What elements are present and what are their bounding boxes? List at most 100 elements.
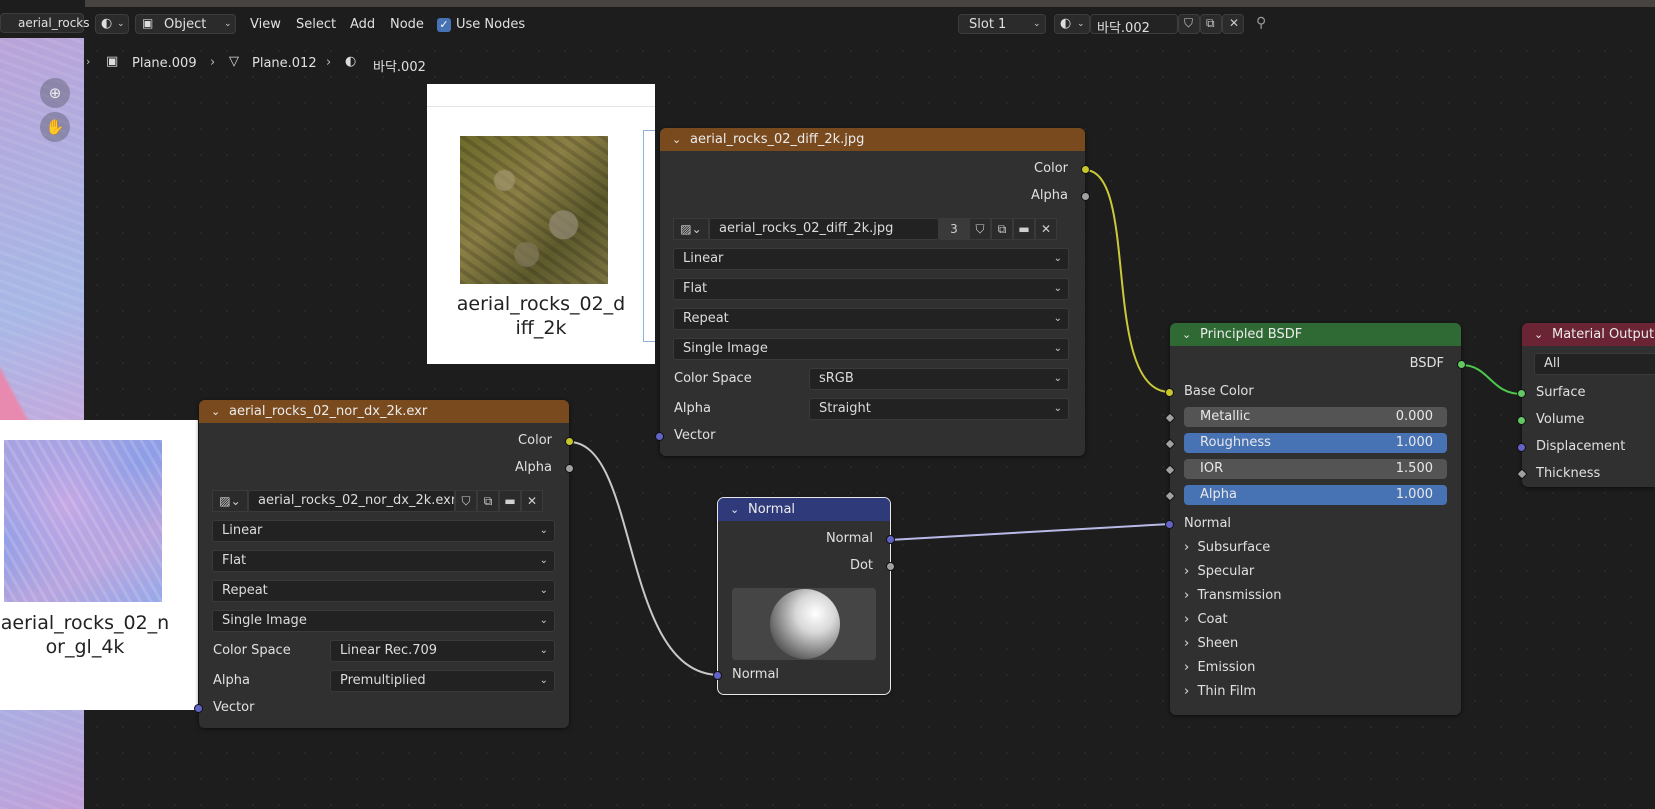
diffuse-extension-dropdown[interactable]: Repeat ⌄ [673, 308, 1069, 330]
diffuse-colorspace-value: sRGB [819, 371, 854, 386]
folder-icon[interactable]: ▬ [1013, 218, 1035, 240]
metallic-slider[interactable]: Metallic 0.000 [1184, 407, 1447, 427]
close-icon[interactable]: ✕ [1035, 218, 1057, 240]
panel-coat[interactable]: › Coat [1184, 612, 1228, 627]
bsdf-node-header[interactable]: ⌄ Principled BSDF [1170, 323, 1461, 346]
shield-icon[interactable]: ⛉ [969, 218, 991, 240]
close-icon[interactable]: ✕ [521, 490, 543, 512]
image-browse-button[interactable]: ▨⌄ [212, 490, 248, 512]
alpha-slider[interactable]: Alpha 1.000 [1184, 485, 1447, 505]
diffuse-interpolation-dropdown[interactable]: Linear ⌄ [673, 248, 1069, 270]
panel-subsurface[interactable]: › Subsurface [1184, 540, 1270, 555]
nor-out-alpha-socket[interactable] [565, 464, 574, 473]
normal-out-dot-socket[interactable] [886, 562, 895, 571]
principled-bsdf-node[interactable]: ⌄ Principled BSDF BSDF Base Color Metall… [1164, 323, 1466, 715]
panel-emission[interactable]: › Emission [1184, 660, 1255, 675]
diffuse-texture-node[interactable]: ⌄ aerial_rocks_02_diff_2k.jpg Color Alph… [655, 128, 1090, 456]
collapse-chevron-icon[interactable]: ⌄ [730, 498, 739, 521]
output-displacement-label: Displacement [1536, 439, 1626, 454]
nor-image-name[interactable]: aerial_rocks_02_nor_dx_2k.exr [248, 490, 455, 512]
nor-alpha-label: Alpha [213, 673, 250, 688]
panel-specular[interactable]: › Specular [1184, 564, 1254, 579]
image-browse-button[interactable]: ▨⌄ [673, 218, 709, 240]
panel-thin-film-label: Thin Film [1197, 684, 1257, 699]
bsdf-normal-socket[interactable] [1165, 520, 1174, 529]
diffuse-in-vector-label: Vector [674, 428, 716, 443]
panel-subsurface-label: Subsurface [1197, 540, 1271, 555]
panel-specular-label: Specular [1197, 564, 1255, 579]
ior-value: 1.500 [1395, 461, 1433, 476]
normal-in-normal-socket[interactable] [713, 671, 722, 680]
normal-direction-widget[interactable] [732, 588, 876, 660]
link-nor-color-to-normal [568, 441, 721, 676]
normal-texture-node[interactable]: ⌄ aerial_rocks_02_nor_dx_2k.exr Color Al… [194, 400, 574, 728]
diffuse-image-name[interactable]: aerial_rocks_02_diff_2k.jpg [709, 218, 939, 240]
diffuse-out-alpha-socket[interactable] [1081, 192, 1090, 201]
chevron-right-icon: › [1184, 612, 1190, 627]
bsdf-out-socket[interactable] [1457, 360, 1466, 369]
output-surface-socket[interactable] [1517, 389, 1526, 398]
collapse-chevron-icon[interactable]: ⌄ [1182, 323, 1191, 346]
normal-tex-node-title: aerial_rocks_02_nor_dx_2k.exr [229, 404, 428, 419]
collapse-chevron-icon[interactable]: ⌄ [1534, 323, 1543, 346]
nor-colorspace-dropdown[interactable]: Linear Rec.709 ⌄ [330, 640, 555, 662]
chevron-down-icon: ⌄ [539, 585, 548, 596]
panel-sheen-label: Sheen [1197, 636, 1239, 651]
bsdf-basecolor-socket[interactable] [1165, 388, 1174, 397]
normal-out-normal-socket[interactable] [886, 535, 895, 544]
link-diff-color-to-basecolor [1084, 169, 1171, 393]
panel-transmission[interactable]: › Transmission [1184, 588, 1281, 603]
normal-sphere-icon[interactable] [770, 589, 840, 659]
chevron-down-icon: ⌄ [539, 525, 548, 536]
diffuse-node-header[interactable]: ⌄ aerial_rocks_02_diff_2k.jpg [660, 128, 1085, 151]
nor-in-vector-socket[interactable] [194, 704, 203, 713]
chevron-down-icon: ⌄ [1053, 373, 1062, 384]
diffuse-in-vector-socket[interactable] [655, 432, 664, 441]
ior-slider[interactable]: IOR 1.500 [1184, 459, 1447, 479]
metallic-label: Metallic [1200, 409, 1251, 424]
diffuse-alpha-label: Alpha [674, 401, 711, 416]
chevron-right-icon: › [1184, 540, 1190, 555]
nor-out-color-label: Color [518, 433, 552, 448]
chevron-right-icon: › [1184, 588, 1190, 603]
chevron-down-icon: ⌄ [539, 645, 548, 656]
nor-alpha-dropdown[interactable]: Premultiplied ⌄ [330, 670, 555, 692]
nor-extension-dropdown[interactable]: Repeat ⌄ [212, 580, 555, 602]
panel-emission-label: Emission [1197, 660, 1256, 675]
link-bsdf-to-surface [1460, 364, 1523, 395]
material-output-node[interactable]: ⌄ Material Output All Surface Volume Dis… [1516, 323, 1655, 487]
normal-out-dot-label: Dot [849, 558, 873, 573]
diffuse-projection-value: Flat [683, 281, 708, 296]
copy-icon[interactable]: ⧉ [991, 218, 1013, 240]
shield-icon[interactable]: ⛉ [455, 490, 477, 512]
chevron-down-icon: ⌄ [1053, 403, 1062, 414]
diffuse-colorspace-label: Color Space [674, 371, 752, 386]
nor-source-dropdown[interactable]: Single Image ⌄ [212, 610, 555, 632]
diffuse-projection-dropdown[interactable]: Flat ⌄ [673, 278, 1069, 300]
roughness-slider[interactable]: Roughness 1.000 [1184, 433, 1447, 453]
folder-icon[interactable]: ▬ [499, 490, 521, 512]
output-node-header[interactable]: ⌄ Material Output [1522, 323, 1655, 346]
normal-tex-node-header[interactable]: ⌄ aerial_rocks_02_nor_dx_2k.exr [199, 400, 569, 423]
diffuse-alpha-dropdown[interactable]: Straight ⌄ [809, 398, 1069, 420]
diffuse-out-color-socket[interactable] [1081, 165, 1090, 174]
nor-projection-dropdown[interactable]: Flat ⌄ [212, 550, 555, 572]
nor-interpolation-dropdown[interactable]: Linear ⌄ [212, 520, 555, 542]
diffuse-colorspace-dropdown[interactable]: sRGB ⌄ [809, 368, 1069, 390]
output-target-value: All [1544, 356, 1561, 371]
roughness-value: 1.000 [1395, 435, 1433, 450]
nor-out-color-socket[interactable] [565, 437, 574, 446]
diffuse-source-dropdown[interactable]: Single Image ⌄ [673, 338, 1069, 360]
panel-thin-film[interactable]: › Thin Film [1184, 684, 1256, 699]
output-target-dropdown[interactable]: All [1534, 353, 1655, 375]
output-volume-socket[interactable] [1517, 416, 1526, 425]
output-displacement-socket[interactable] [1517, 443, 1526, 452]
nor-source-value: Single Image [222, 613, 307, 628]
chevron-down-icon: ⌄ [1053, 343, 1062, 354]
collapse-chevron-icon[interactable]: ⌄ [672, 128, 681, 151]
normal-node[interactable]: ⌄ Normal Normal Dot Normal [713, 497, 895, 695]
collapse-chevron-icon[interactable]: ⌄ [211, 400, 220, 423]
copy-icon[interactable]: ⧉ [477, 490, 499, 512]
panel-sheen[interactable]: › Sheen [1184, 636, 1238, 651]
normal-node-header[interactable]: ⌄ Normal [718, 498, 890, 521]
